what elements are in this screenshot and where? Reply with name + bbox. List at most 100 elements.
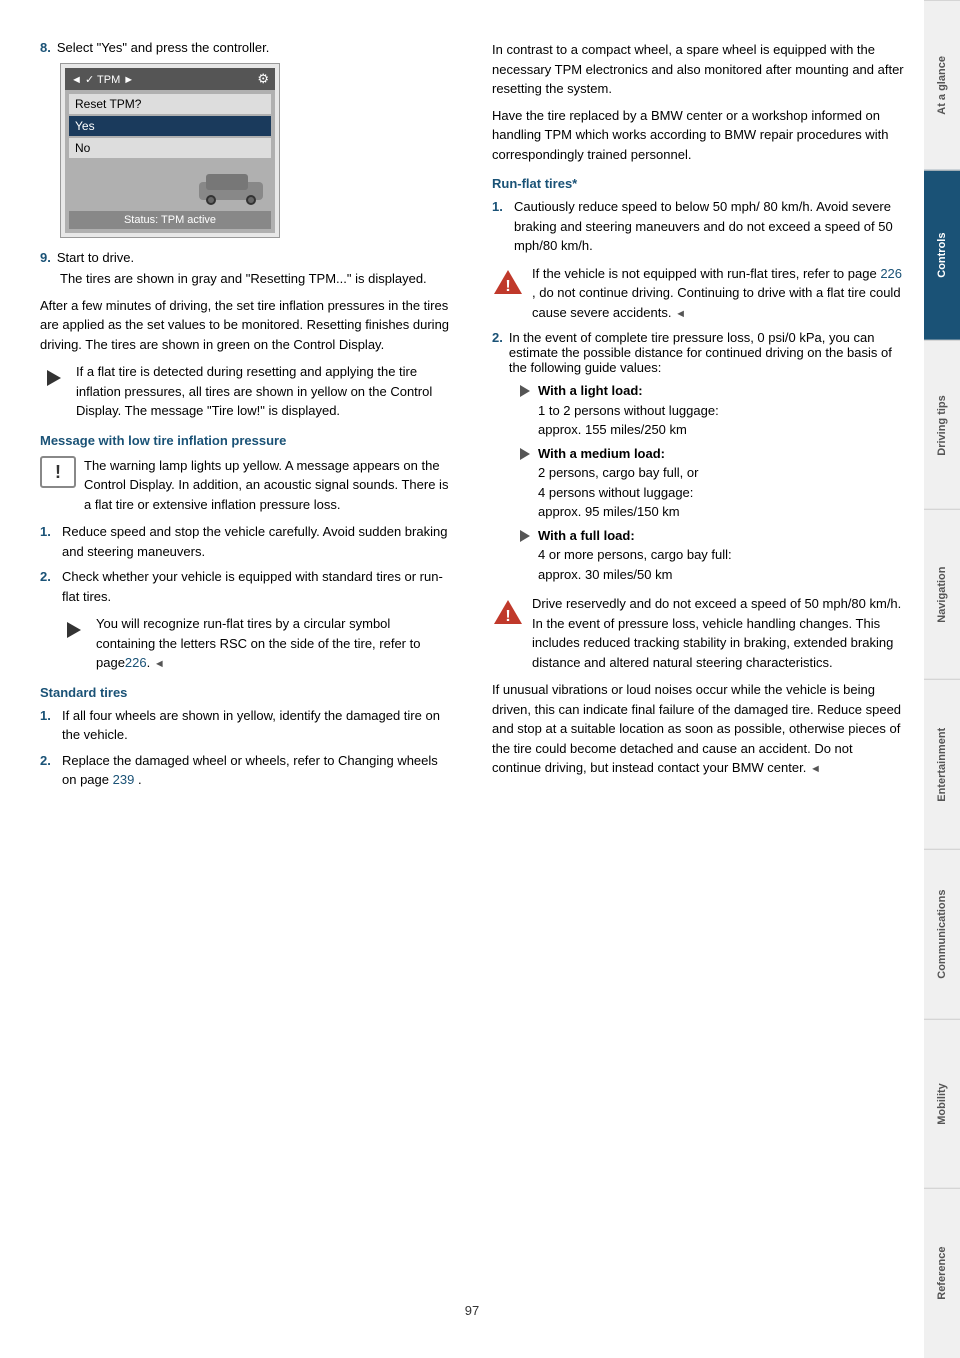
para-unusual: If unusual vibrations or loud noises occ… xyxy=(492,680,904,778)
note-2-end: . xyxy=(147,655,151,670)
exclamation-symbol: ! xyxy=(55,463,61,481)
para-resetting: After a few minutes of driving, the set … xyxy=(40,296,452,355)
step-lp2-text: Check whether your vehicle is equipped w… xyxy=(62,567,452,606)
page-number: 97 xyxy=(40,1303,904,1318)
sidebar-tab-reference[interactable]: Reference xyxy=(924,1188,960,1358)
tpm-car-image xyxy=(191,162,271,207)
tpm-reset-item: Reset TPM? xyxy=(69,94,271,114)
step-9-text: Start to drive. xyxy=(57,250,134,265)
sidebar-tab-navigation[interactable]: Navigation xyxy=(924,509,960,679)
runflat-step-1: 1. Cautiously reduce speed to below 50 m… xyxy=(492,197,904,256)
steps-runflat-list: 1. Cautiously reduce speed to below 50 m… xyxy=(492,197,904,256)
tpm-body: Reset TPM? Yes No xyxy=(65,90,275,233)
step-8-text: Select "Yes" and press the controller. xyxy=(57,40,270,55)
sidebar-tab-entertainment[interactable]: Entertainment xyxy=(924,679,960,849)
tpm-yes-item: Yes xyxy=(69,116,271,136)
tpm-status-text: Status: TPM active xyxy=(69,211,271,229)
step-9: 9. Start to drive. xyxy=(40,250,452,265)
steps-standard-list: 1. If all four wheels are shown in yello… xyxy=(40,706,452,790)
step-rf1-text: Cautiously reduce speed to below 50 mph/… xyxy=(514,197,904,256)
step-9-number: 9. xyxy=(40,250,51,265)
play-icon-2 xyxy=(60,616,88,644)
sidebar-tab-driving-tips[interactable]: Driving tips xyxy=(924,340,960,510)
note-2-text: You will recognize run-flat tires by a c… xyxy=(96,614,452,673)
step-lp1-num: 1. xyxy=(40,522,56,561)
bullet-3-content: With a full load: 4 or more persons, car… xyxy=(538,526,732,585)
bullet-2-text: 2 persons, cargo bay full, or4 persons w… xyxy=(538,465,698,519)
tpm-no-item: No xyxy=(69,138,271,158)
sidebar-tab-communications[interactable]: Communications xyxy=(924,849,960,1019)
right-column: In contrast to a compact wheel, a spare … xyxy=(484,40,904,1287)
bullet-1-text: 1 to 2 persons without luggage:approx. 1… xyxy=(538,403,719,438)
section-heading-standard: Standard tires xyxy=(40,685,452,700)
right-para-2: Have the tire replaced by a BMW center o… xyxy=(492,106,904,165)
step-st2-num: 2. xyxy=(40,751,56,790)
play-icon-1 xyxy=(40,364,68,392)
note-2-link: 226 xyxy=(125,655,147,670)
sidebar-tab-mobility[interactable]: Mobility xyxy=(924,1019,960,1189)
bullet-arrow-1 xyxy=(520,385,530,397)
bullet-arrow-3 xyxy=(520,530,530,542)
sidebar-tab-controls[interactable]: Controls xyxy=(924,170,960,340)
step-rf1-num: 1. xyxy=(492,197,508,256)
low-pressure-step-2: 2. Check whether your vehicle is equippe… xyxy=(40,567,452,606)
back-mark-3: ◄ xyxy=(810,763,821,775)
bullet-light-load: With a light load: 1 to 2 persons withou… xyxy=(520,381,904,440)
exclamation-icon: ! xyxy=(40,456,76,488)
tpm-settings-icon: ⚙ xyxy=(257,71,269,87)
warning-triangle-icon-2: ! xyxy=(492,596,524,628)
warning-2-text: Drive reservedly and do not exceed a spe… xyxy=(532,594,904,672)
section-heading-low-pressure: Message with low tire inflation pressure xyxy=(40,433,452,448)
back-mark-2: ◄ xyxy=(675,308,686,320)
svg-text:!: ! xyxy=(505,278,510,295)
warning-triangle-icon-1: ! xyxy=(492,266,524,298)
bullet-3-text: 4 or more persons, cargo bay full:approx… xyxy=(538,547,732,582)
bullet-full-load: With a full load: 4 or more persons, car… xyxy=(520,526,904,585)
warning-box-2: ! Drive reservedly and do not exceed a s… xyxy=(492,594,904,672)
bullet-list: With a light load: 1 to 2 persons withou… xyxy=(520,381,904,584)
step-lp1-text: Reduce speed and stop the vehicle carefu… xyxy=(62,522,452,561)
left-column: 8. Select "Yes" and press the controller… xyxy=(40,40,460,1287)
section-heading-runflat: Run-flat tires* xyxy=(492,176,904,191)
sidebar: At a glance Controls Driving tips Naviga… xyxy=(924,0,960,1358)
steps-low-pressure-list: 1. Reduce speed and stop the vehicle car… xyxy=(40,522,452,606)
low-pressure-step-1: 1. Reduce speed and stop the vehicle car… xyxy=(40,522,452,561)
bullet-arrow-2 xyxy=(520,448,530,460)
bullet-1-head: With a light load: xyxy=(538,383,643,398)
play-triangle-1 xyxy=(47,370,61,386)
step-st2-text: Replace the damaged wheel or wheels, ref… xyxy=(62,751,452,790)
bullet-2-head: With a medium load: xyxy=(538,446,665,461)
tpm-header-text: ◄ ✓ TPM ► xyxy=(71,73,134,86)
warning-note-text: The warning lamp lights up yellow. A mes… xyxy=(84,456,452,515)
play-triangle-2 xyxy=(67,622,81,638)
svg-text:!: ! xyxy=(505,608,510,625)
step-lp2-num: 2. xyxy=(40,567,56,606)
step-2r-text: In the event of complete tire pressure l… xyxy=(509,330,904,375)
tpm-screen: ◄ ✓ TPM ► ⚙ Reset TPM? Yes No xyxy=(60,63,280,238)
bullet-1-content: With a light load: 1 to 2 persons withou… xyxy=(538,381,719,440)
main-content: 8. Select "Yes" and press the controller… xyxy=(0,0,924,1358)
back-mark-1: ◄ xyxy=(154,658,165,670)
warning-1-text: If the vehicle is not equipped with run-… xyxy=(532,264,904,323)
note-1-text: If a flat tire is detected during resett… xyxy=(76,362,452,421)
step-st1-num: 1. xyxy=(40,706,56,745)
bullet-2-content: With a medium load: 2 persons, cargo bay… xyxy=(538,444,698,522)
step-2r-num: 2. xyxy=(492,330,503,375)
two-col-layout: 8. Select "Yes" and press the controller… xyxy=(40,40,904,1287)
note-box-1: If a flat tire is detected during resett… xyxy=(40,362,452,421)
step-2-right: 2. In the event of complete tire pressur… xyxy=(492,330,904,375)
tpm-header: ◄ ✓ TPM ► ⚙ xyxy=(65,68,275,90)
step-8-number: 8. xyxy=(40,40,51,55)
warning-1-link: 226 xyxy=(880,266,902,281)
note-box-2: You will recognize run-flat tires by a c… xyxy=(60,614,452,673)
step-9-sub: The tires are shown in gray and "Resetti… xyxy=(60,269,452,289)
step-8: 8. Select "Yes" and press the controller… xyxy=(40,40,452,55)
warning-note-box: ! The warning lamp lights up yellow. A m… xyxy=(40,456,452,515)
page-container: 8. Select "Yes" and press the controller… xyxy=(0,0,960,1358)
standard-step-2: 2. Replace the damaged wheel or wheels, … xyxy=(40,751,452,790)
step-st1-text: If all four wheels are shown in yellow, … xyxy=(62,706,452,745)
standard-step-1: 1. If all four wheels are shown in yello… xyxy=(40,706,452,745)
sidebar-tab-at-a-glance[interactable]: At a glance xyxy=(924,0,960,170)
bullet-3-head: With a full load: xyxy=(538,528,635,543)
right-para-1: In contrast to a compact wheel, a spare … xyxy=(492,40,904,99)
